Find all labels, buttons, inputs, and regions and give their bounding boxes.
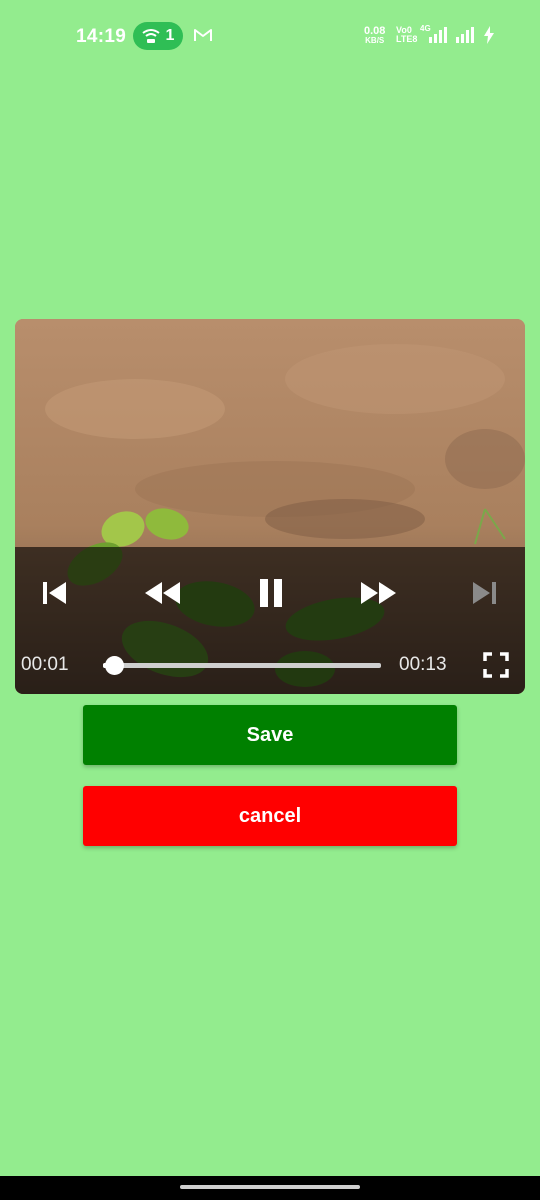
volte-bottom: LTE8: [396, 34, 418, 44]
status-time: 14:19: [76, 26, 127, 47]
skip-previous-button[interactable]: [39, 575, 69, 611]
hotspot-indicator: 1: [133, 22, 183, 50]
net-speed: 0.08 KB/S: [364, 26, 385, 46]
skip-next-icon: [473, 582, 496, 604]
video-player[interactable]: 00:01 00:13: [15, 319, 525, 694]
save-button[interactable]: Save: [83, 705, 457, 765]
cancel-button[interactable]: cancel: [83, 786, 457, 846]
signal-icon: [429, 27, 447, 43]
skip-previous-icon: [43, 582, 66, 604]
status-bar: 14:19 1 0.08 KB/S Vo0 LTE8 4G: [0, 0, 540, 72]
controls-overlay: [15, 547, 525, 694]
seek-thumb[interactable]: [105, 656, 124, 675]
rewind-button[interactable]: [143, 575, 183, 611]
gmail-icon: [194, 29, 212, 41]
navigation-bar: [0, 1176, 540, 1200]
rewind-icon: [145, 582, 180, 604]
home-indicator[interactable]: [180, 1185, 360, 1189]
wifi-hotspot-icon: [141, 29, 160, 43]
seek-bar[interactable]: [103, 656, 381, 675]
pause-icon: [260, 579, 282, 607]
fullscreen-button[interactable]: [481, 650, 511, 680]
current-time: 00:01: [21, 654, 69, 675]
fast-forward-button[interactable]: [358, 575, 398, 611]
duration: 00:13: [399, 654, 447, 675]
signal-icon: [456, 27, 474, 43]
skip-next-button[interactable]: [467, 575, 503, 611]
fast-forward-icon: [361, 582, 396, 604]
pause-button[interactable]: [253, 575, 289, 611]
charging-bolt-icon: [484, 26, 494, 44]
net-speed-value: 0.08: [364, 25, 386, 37]
volte-indicator: Vo0 LTE8: [396, 26, 417, 44]
net-speed-unit: KB/S: [365, 36, 385, 45]
hotspot-count: 1: [165, 27, 175, 44]
fullscreen-icon: [483, 652, 509, 678]
